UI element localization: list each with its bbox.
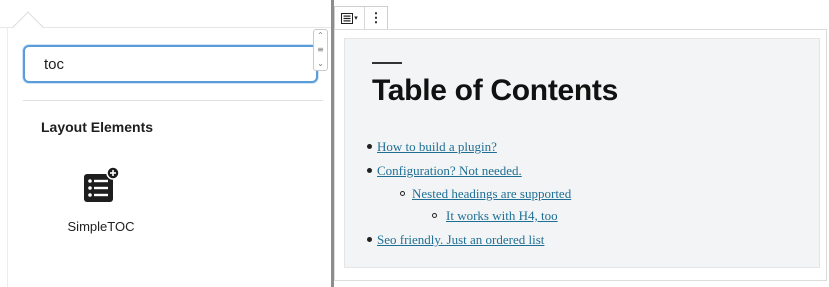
bullet-icon — [367, 144, 372, 149]
block-type-button[interactable]: ▾ — [335, 7, 365, 29]
toc-link[interactable]: How to build a plugin? — [377, 139, 497, 155]
popover-arrow — [12, 11, 44, 43]
hollow-bullet-icon — [400, 191, 405, 196]
scroll-down-icon[interactable]: ⌄ — [317, 59, 324, 69]
kebab-menu-icon: ⋮ — [369, 10, 383, 25]
table-of-contents-icon — [341, 12, 354, 24]
block-item-simpletoc[interactable]: SimpleTOC — [58, 166, 144, 246]
popover-top-border — [0, 27, 332, 28]
toc-heading: Table of Contents — [372, 74, 619, 107]
scroll-up-icon[interactable]: ⌃ — [317, 31, 324, 41]
popover-left-border — [7, 27, 8, 287]
toc-link[interactable]: Nested headings are supported — [412, 186, 571, 202]
section-divider — [23, 100, 323, 101]
toc-link[interactable]: It works with H4, too — [446, 208, 558, 224]
scroll-control[interactable]: ⌃ ≡ ⌄ — [313, 29, 328, 71]
block-inserter-panel: ⌃ ≡ ⌄ Layout Elements SimpleTOC — [0, 0, 332, 287]
scroll-grip-icon[interactable]: ≡ — [317, 45, 324, 55]
hollow-bullet-icon — [432, 213, 437, 218]
toc-link[interactable]: Configuration? Not needed. — [377, 163, 522, 179]
block-item-label: SimpleTOC — [67, 219, 135, 234]
list-with-plus-icon — [84, 166, 120, 202]
heading-rule — [372, 62, 402, 64]
chevron-down-icon: ▾ — [354, 15, 358, 22]
block-toolbar: ▾ ⋮ — [334, 6, 388, 29]
bullet-icon — [367, 168, 372, 173]
block-group-title: Layout Elements — [41, 119, 154, 135]
block-search-input[interactable] — [23, 45, 318, 83]
bullet-icon — [367, 237, 372, 242]
more-options-button[interactable]: ⋮ — [365, 7, 387, 29]
toc-link[interactable]: Seo friendly. Just an ordered list — [377, 232, 544, 248]
